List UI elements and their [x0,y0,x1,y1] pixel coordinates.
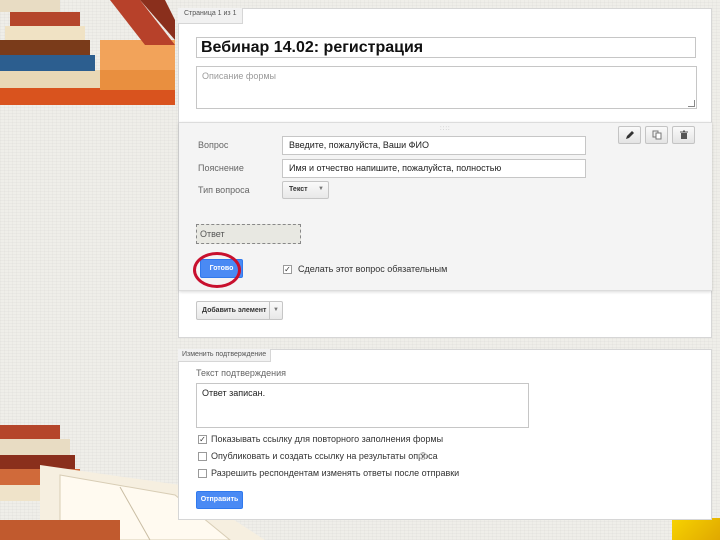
confirmation-tab: Изменить подтверждение [178,349,272,362]
question-text-input[interactable]: Введите, пожалуйста, Ваши ФИО [282,136,586,155]
resize-grip-icon[interactable] [688,100,695,107]
drag-handle-icon[interactable]: :::: [440,126,451,132]
copy-question-button[interactable] [645,126,668,144]
answer-preview: Ответ [196,224,301,244]
option-label-edit: Разрешить респондентам изменять ответы п… [211,468,460,478]
chevron-down-icon: ▼ [273,307,279,313]
highlight-circle [193,252,241,288]
question-label: Вопрос [198,140,229,150]
copy-icon [652,130,661,140]
hint-label: Пояснение [198,163,244,173]
option-checkbox-publish[interactable] [198,452,207,461]
option-label-publish: Опубликовать и создать ссылку на результ… [211,451,438,461]
help-icon[interactable]: ? [419,452,427,460]
books-decoration-top [0,0,175,105]
trash-icon [679,130,688,139]
page-indicator: Страница 1 из 1 [178,8,244,24]
option-checkbox-resubmit[interactable]: ✓ [198,435,207,444]
option-label-resubmit: Показывать ссылку для повторного заполне… [211,434,444,444]
confirmation-heading: Текст подтверждения [196,368,287,378]
edit-question-button[interactable] [618,126,641,144]
add-element-label: Добавить элемент [197,302,270,319]
form-description-placeholder: Описание формы [202,71,276,81]
form-description-input[interactable]: Описание формы [196,66,697,109]
required-label: Сделать этот вопрос обязательным [298,264,448,274]
pencil-icon [625,131,634,139]
corner-accent [672,518,720,540]
add-element-button[interactable]: Добавить элемент ▼ [196,301,283,320]
required-checkbox[interactable]: ✓ [283,265,292,274]
send-button[interactable]: Отправить [196,491,243,509]
question-type-value: Текст [289,186,308,193]
form-title-input[interactable]: Вебинар 14.02: регистрация [196,37,696,58]
chevron-down-icon: ▼ [318,186,324,192]
option-checkbox-edit[interactable] [198,469,207,478]
delete-question-button[interactable] [672,126,695,144]
question-type-select[interactable]: Текст ▼ [282,181,329,199]
question-type-label: Тип вопроса [198,185,250,195]
hint-text-input[interactable]: Имя и отчество напишите, пожалуйста, пол… [282,159,586,178]
confirmation-text-input[interactable]: Ответ записан. [196,383,529,428]
